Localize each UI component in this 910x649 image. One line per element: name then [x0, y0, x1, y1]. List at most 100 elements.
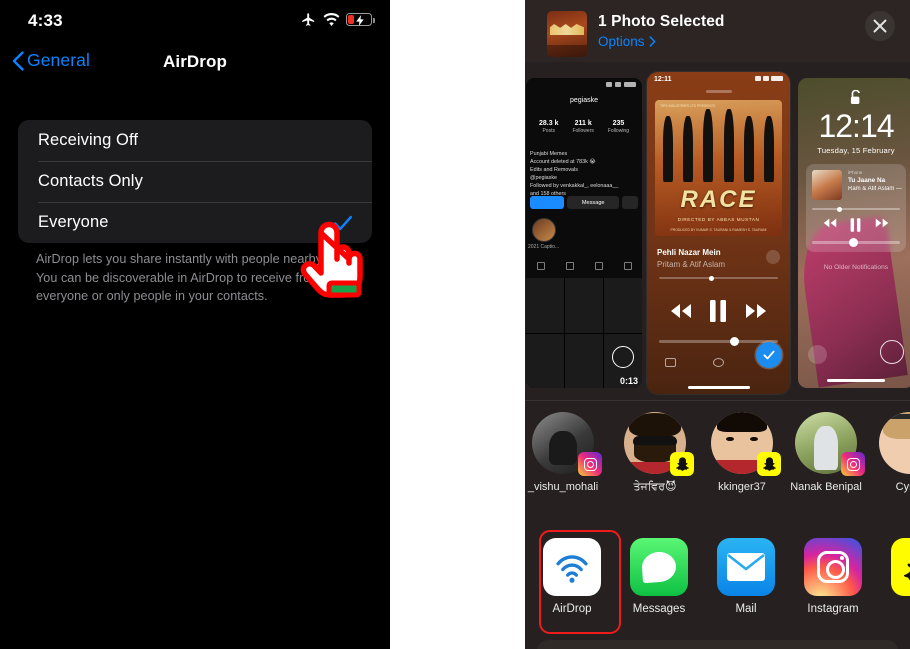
instagram-badge-icon [578, 452, 602, 476]
app-messages[interactable]: Messages [622, 538, 696, 615]
contact-nanak-benipal[interactable]: Nanak Benipal [787, 412, 865, 494]
option-contacts-only[interactable]: Contacts Only [18, 161, 372, 202]
contact-cynthia[interactable]: Cynth [871, 412, 910, 494]
battery-charging-icon [346, 13, 375, 26]
photo-thumbnail-lock-screen[interactable]: 12:14 Tuesday, 15 February iPhone Tu Jaa… [798, 78, 910, 388]
now-playing-artist: Ram & Atif Aslam — Ajab... [848, 186, 902, 192]
options-label: Options [598, 34, 645, 49]
song-title: Pehli Nazar Mein [657, 248, 721, 257]
ig-bio-line: Account deleted at 783k 😭 [530, 159, 596, 165]
rewind-icon [670, 304, 691, 318]
snapchat-badge-icon [670, 452, 694, 476]
playback-progress-bar [659, 275, 778, 281]
status-bar-icons [300, 12, 375, 27]
hand-pointer-cursor [300, 221, 363, 298]
ig-stat-value: 211 k [574, 120, 592, 127]
now-playing-song: Tu Jaane Na [848, 177, 886, 184]
album-artwork: TIPS INDUSTRIES LTD PRESENTS RACE DIRECT… [655, 100, 782, 236]
page-title: AirDrop [163, 52, 227, 71]
ios-share-sheet-screen: 1 Photo Selected Options pegiaske 28.3 k… [525, 0, 910, 649]
song-artist: Pritam & Atif Aslam [657, 260, 726, 269]
app-snapchat[interactable]: Sn [883, 538, 910, 615]
photo-thumbnail-instagram-profile[interactable]: pegiaske 28.3 k Posts 211 k Followers 235 F… [526, 78, 642, 388]
pause-icon [710, 300, 727, 322]
more-options-icon [766, 250, 780, 264]
app-label: Messages [632, 603, 686, 615]
ig-bio-line: @pegiaske [530, 175, 558, 181]
flashlight-icon [808, 345, 827, 364]
app-label: Instagram [807, 603, 859, 615]
option-receiving-off[interactable]: Receiving Off [18, 120, 372, 161]
snapchat-icon [891, 538, 910, 596]
ig-suggest-button [622, 196, 638, 209]
share-sheet-header: 1 Photo Selected Options [525, 0, 910, 62]
ig-stat-label: Posts [542, 128, 555, 134]
photo-selected-checkmark [756, 342, 782, 368]
fast-forward-icon [746, 304, 767, 318]
now-playing-widget: iPhone Tu Jaane Na Ram & Atif Aslam — Aj… [806, 164, 906, 252]
section-divider [525, 400, 910, 401]
app-airdrop[interactable]: AirDrop [535, 530, 621, 634]
airdrop-icon [543, 538, 601, 596]
wifi-icon [323, 12, 340, 26]
ig-highlight-circle [532, 218, 556, 242]
selected-photo-thumbnail [547, 11, 587, 57]
app-instagram[interactable]: Instagram [796, 538, 870, 615]
rewind-icon [823, 218, 837, 228]
option-label: Receiving Off [38, 131, 139, 149]
album-title: RACE [680, 186, 757, 214]
now-playing-source: iPhone [848, 170, 863, 175]
app-label: AirDrop [552, 603, 592, 615]
contact-name: Cynth [895, 481, 910, 493]
contact-tejvir[interactable]: ਤੇਜਵਿਰ😈 [616, 412, 694, 494]
lock-screen-date: Tuesday, 15 February [817, 146, 895, 155]
ig-post-grid: 0:13 [526, 278, 642, 388]
lock-screen-time: 12:14 [818, 108, 894, 144]
ig-bio-line: Punjabi Memes [530, 151, 568, 157]
instagram-badge-icon [841, 452, 865, 476]
ig-bio-line: Edits and Removals [530, 167, 578, 173]
app-label: Sn [883, 603, 910, 615]
mp-time: 12:11 [654, 76, 672, 83]
status-bar-time: 4:33 [28, 11, 63, 30]
contact-name: kkinger37 [718, 481, 766, 493]
video-duration-badge: 0:13 [619, 376, 638, 386]
ig-follow-button [530, 196, 565, 209]
mail-icon [717, 538, 775, 596]
camera-icon [880, 340, 904, 364]
app-mail[interactable]: Mail [709, 538, 783, 615]
contact-vishu-mohali[interactable]: _vishu_mohali [525, 412, 602, 494]
fast-forward-icon [875, 218, 889, 228]
options-button[interactable]: Options [598, 34, 656, 49]
ig-stat-value: 28.3 k [539, 120, 559, 127]
option-label: Contacts Only [38, 172, 143, 190]
contact-kkinger37[interactable]: kkinger37 [703, 412, 781, 494]
avatar [879, 412, 910, 474]
messages-icon [630, 538, 688, 596]
pause-icon [851, 218, 861, 232]
status-bar: 4:33 [0, 0, 390, 40]
photo-strip: pegiaske 28.3 k Posts 211 k Followers 235 F… [525, 72, 910, 394]
close-icon [873, 19, 887, 33]
checkmark-icon [763, 350, 775, 360]
share-apps-row: AirDrop Messages Mail Instagram Sn [525, 530, 910, 634]
snapchat-badge-icon [757, 452, 781, 476]
ig-message-button: Message [567, 196, 619, 209]
close-button[interactable] [865, 11, 895, 41]
actions-list-section [537, 640, 898, 649]
no-notifications-label: No Older Notifications [823, 264, 889, 271]
app-label: Mail [735, 603, 757, 615]
contact-name: ਤੇਜਵਿਰ😈 [633, 481, 677, 493]
volume-slider [659, 337, 778, 346]
instagram-icon [804, 538, 862, 596]
contact-name: _vishu_mohali [527, 481, 599, 493]
ig-stat-value: 235 [612, 120, 625, 127]
photo-thumbnail-music-player-selected[interactable]: 12:11 TIPS INDUSTRIES LTD PRESENTS RACE … [647, 72, 790, 394]
ig-stat-label: Following [607, 128, 629, 134]
airplane-mode-icon [302, 13, 315, 26]
ig-username: pegiaske [569, 97, 599, 104]
ios-settings-airdrop-screen: 4:33 General AirDrop Receiving Off Conta… [0, 0, 390, 649]
album-top-text: TIPS INDUSTRIES LTD PRESENTS [660, 104, 716, 108]
ig-stat-label: Followers [572, 128, 594, 134]
album-credit: PRODUCED BY KUMAR S. TAURANI & RAMESH S.… [670, 227, 767, 232]
